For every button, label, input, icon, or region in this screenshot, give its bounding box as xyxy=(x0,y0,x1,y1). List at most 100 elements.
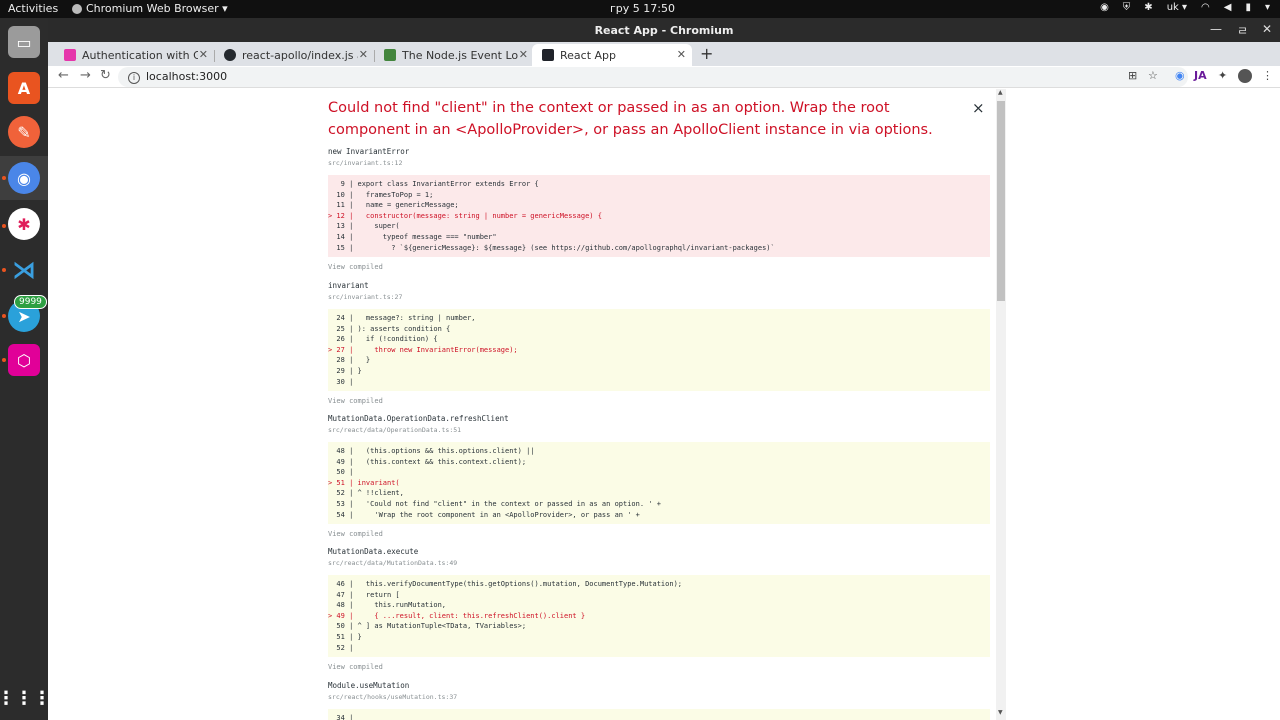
frame-location[interactable]: src/invariant.ts:12 xyxy=(328,159,990,167)
code-line: 13 | super( xyxy=(328,222,400,231)
bookmark-star-icon[interactable]: ☆ xyxy=(1148,69,1158,82)
volume-icon[interactable]: ◀ xyxy=(1224,2,1232,13)
restore-button[interactable]: ㄹ xyxy=(1237,22,1248,39)
chromium-app-icon xyxy=(72,3,82,14)
back-button[interactable]: ← xyxy=(58,68,69,83)
code-line: 10 | framesToPop = 1; xyxy=(328,190,434,199)
code-line: 28 | } xyxy=(328,356,371,365)
code-line: 48 | (this.options && this.options.clien… xyxy=(328,447,535,455)
scroll-up-icon[interactable]: ▲ xyxy=(998,89,1003,96)
forward-button[interactable]: → xyxy=(80,68,91,83)
power-menu-icon[interactable]: ▾ xyxy=(1265,2,1270,13)
close-overlay-button[interactable]: × xyxy=(972,99,985,117)
reload-button[interactable]: ↻ xyxy=(100,68,111,83)
running-indicator xyxy=(2,176,6,180)
extension-icon[interactable]: ◉ xyxy=(1175,69,1185,82)
system-tray[interactable]: ◉ ⛨ ✱ uk ▾ ◠ ◀ ▮ ▾ xyxy=(1100,2,1270,13)
language-indicator[interactable]: uk ▾ xyxy=(1167,2,1187,13)
code-line: 52 | xyxy=(328,643,354,652)
tab-close-icon[interactable]: ✕ xyxy=(519,48,528,61)
slack-tray-icon[interactable]: ✱ xyxy=(1144,2,1152,13)
app-menu-label: Chromium Web Browser ▾ xyxy=(86,2,228,15)
code-line: 53 | 'Could not find "client" in the con… xyxy=(328,499,661,508)
telegram-badge: 9999 xyxy=(14,295,47,309)
nodejs-favicon-icon xyxy=(384,49,396,61)
code-line: 34 | xyxy=(328,714,354,720)
code-line: 47 | return [ xyxy=(328,590,400,599)
view-compiled-link[interactable]: View compiled xyxy=(328,397,990,405)
frame-location[interactable]: src/invariant.ts:27 xyxy=(328,293,990,301)
tab-nodejs-event-loop[interactable]: The Node.js Event Loop, T ✕ xyxy=(374,44,534,66)
frame-function: MutationData.OperationData.refreshClient xyxy=(328,414,509,423)
page-scrollbar[interactable]: ▲ ▼ xyxy=(996,89,1006,720)
frame-location[interactable]: src/react/data/MutationData.ts:49 xyxy=(328,559,990,567)
app-menu[interactable]: Chromium Web Browser ▾ xyxy=(72,2,228,15)
frame-function: Module.useMutation xyxy=(328,681,410,690)
translate-icon[interactable]: ⊞ xyxy=(1128,69,1137,82)
browser-toolbar: ← → ↻ i localhost:3000 ⊞ ☆ ◉ JA ✦ ⋮ xyxy=(48,66,1280,88)
code-line: 11 | name = genericMessage; xyxy=(328,201,459,210)
browser-icon[interactable]: ✎ xyxy=(8,116,40,148)
code-line: 15 | ? `${genericMessage}: ${message} (s… xyxy=(328,243,775,252)
scroll-down-icon[interactable]: ▼ xyxy=(998,709,1003,716)
code-line: > 12 | constructor(message: string | num… xyxy=(328,211,602,220)
tab-close-icon[interactable]: ✕ xyxy=(677,48,686,61)
code-snippet: 48 | (this.options && this.options.clien… xyxy=(328,442,990,525)
code-snippet: 46 | this.verifyDocumentType(this.getOpt… xyxy=(328,575,990,658)
window-titlebar: React App - Chromium — ㄹ ✕ xyxy=(48,18,1280,42)
frame-function: MutationData.execute xyxy=(328,547,419,556)
graphql-icon[interactable]: ⬡ xyxy=(8,344,40,376)
chromium-icon[interactable]: ◉ xyxy=(8,162,40,194)
show-apps-icon[interactable]: ⋮⋮⋮ xyxy=(0,682,51,714)
scrollbar-thumb[interactable] xyxy=(997,101,1005,301)
battery-icon[interactable]: ▮ xyxy=(1245,2,1251,13)
stack-frame: new InvariantError src/invariant.ts:12 9… xyxy=(328,147,990,271)
slack-icon[interactable]: ✱ xyxy=(8,208,40,240)
frame-function: new InvariantError xyxy=(328,147,410,156)
new-tab-button[interactable]: + xyxy=(700,44,713,63)
code-line: 9 | export class InvariantError extends … xyxy=(328,180,539,188)
dock: ▭ A ✎ ◉ ✱ ⋊ ➤ 9999 ⬡ ⋮⋮⋮ xyxy=(0,18,51,720)
clock[interactable]: гру 5 17:50 xyxy=(610,2,675,15)
menu-icon[interactable]: ⋮ xyxy=(1262,69,1273,82)
code-line: 24 | message?: string | number, xyxy=(328,314,476,322)
extensions-puzzle-icon[interactable]: ✦ xyxy=(1218,69,1227,82)
tab-react-apollo[interactable]: react-apollo/index.js at m ✕ xyxy=(214,44,374,66)
activities-button[interactable]: Activities xyxy=(8,2,58,15)
app-store-icon[interactable]: A xyxy=(8,72,40,104)
tab-strip: Authentication with Grap ✕ react-apollo/… xyxy=(48,42,1280,66)
vscode-icon[interactable]: ⋊ xyxy=(8,254,40,286)
page-content: Could not find "client" in the context o… xyxy=(48,89,1280,720)
extension-ja-icon[interactable]: JA xyxy=(1194,69,1207,82)
code-line: 14 | typeof message === "number" xyxy=(328,232,497,241)
code-line: 52 | ^ !!client, xyxy=(328,489,404,498)
frame-location[interactable]: src/react/data/OperationData.ts:51 xyxy=(328,426,990,434)
network-icon[interactable]: ◠ xyxy=(1201,2,1210,13)
frame-function: invariant xyxy=(328,281,369,290)
tab-close-icon[interactable]: ✕ xyxy=(199,48,208,61)
minimize-button[interactable]: — xyxy=(1210,22,1222,36)
shield-icon[interactable]: ⛨ xyxy=(1123,2,1131,13)
frame-location[interactable]: src/react/hooks/useMutation.ts:37 xyxy=(328,693,990,701)
tab-authentication[interactable]: Authentication with Grap ✕ xyxy=(54,44,214,66)
view-compiled-link[interactable]: View compiled xyxy=(328,663,990,671)
address-bar[interactable]: i localhost:3000 xyxy=(118,67,1188,87)
close-window-button[interactable]: ✕ xyxy=(1262,22,1272,36)
site-info-icon[interactable]: i xyxy=(128,72,140,84)
tab-label: The Node.js Event Loop, T xyxy=(402,48,518,62)
tab-react-app[interactable]: React App ✕ xyxy=(532,44,692,66)
tab-label: react-apollo/index.js at m xyxy=(242,48,358,62)
profile-avatar[interactable] xyxy=(1238,69,1252,83)
chromium-tray-icon[interactable]: ◉ xyxy=(1100,2,1109,13)
files-icon[interactable]: ▭ xyxy=(8,26,40,58)
code-line: 48 | this.runMutation, xyxy=(328,601,447,610)
view-compiled-link[interactable]: View compiled xyxy=(328,263,990,271)
window-title: React App - Chromium xyxy=(594,24,734,37)
graphql-favicon-icon xyxy=(64,49,76,61)
code-line: > 49 | { ...result, client: this.refresh… xyxy=(328,611,586,620)
tab-close-icon[interactable]: ✕ xyxy=(359,48,368,61)
code-line: 50 | ^ ] as MutationTuple<TData, TVariab… xyxy=(328,622,527,631)
code-line: 46 | this.verifyDocumentType(this.getOpt… xyxy=(328,580,683,588)
code-line: 49 | (this.context && this.context.clien… xyxy=(328,457,527,466)
view-compiled-link[interactable]: View compiled xyxy=(328,530,990,538)
